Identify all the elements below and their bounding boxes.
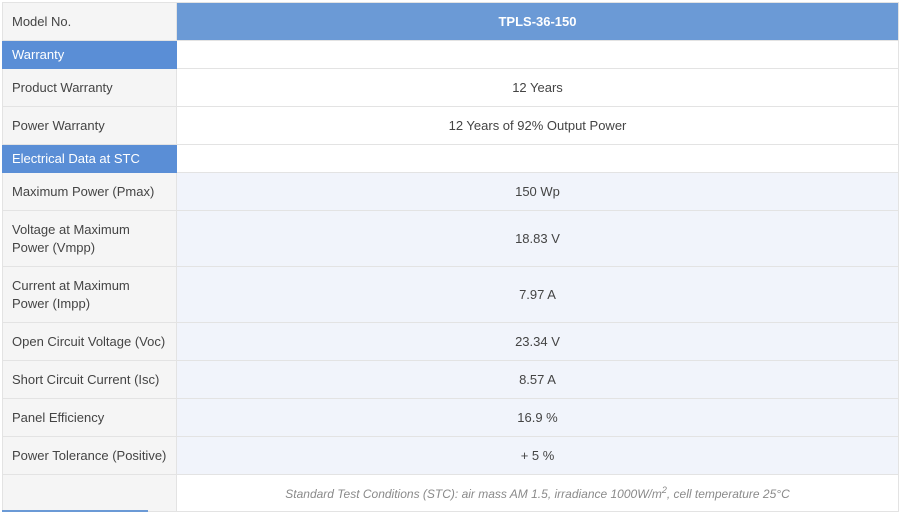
table-row: Power Tolerance (Positive) + 5 % bbox=[2, 436, 899, 475]
footnote-row: Standard Test Conditions (STC): air mass… bbox=[2, 474, 899, 512]
row-label: Open Circuit Voltage (Voc) bbox=[2, 322, 177, 361]
table-row: Product Warranty 12 Years bbox=[2, 68, 899, 107]
row-value: 23.34 V bbox=[176, 322, 899, 361]
model-label: Model No. bbox=[2, 2, 177, 41]
row-value: 7.97 A bbox=[176, 266, 899, 323]
row-value: 12 Years of 92% Output Power bbox=[176, 106, 899, 145]
table-row: Short Circuit Current (Isc) 8.57 A bbox=[2, 360, 899, 399]
section-spacer bbox=[176, 40, 899, 69]
table-row: Panel Efficiency 16.9 % bbox=[2, 398, 899, 437]
table-row: Voltage at Maximum Power (Vmpp) 18.83 V bbox=[2, 210, 899, 267]
row-value: 18.83 V bbox=[176, 210, 899, 267]
model-row: Model No. TPLS-36-150 bbox=[2, 2, 899, 41]
stc-footnote-tail: , cell temperature 25°C bbox=[666, 487, 790, 501]
row-label: Current at Maximum Power (Impp) bbox=[2, 266, 177, 323]
row-label: Panel Efficiency bbox=[2, 398, 177, 437]
stc-footnote-text: Standard Test Conditions (STC): air mass… bbox=[285, 487, 662, 501]
table-row: Power Warranty 12 Years of 92% Output Po… bbox=[2, 106, 899, 145]
section-title-electrical: Electrical Data at STC bbox=[2, 144, 177, 173]
model-value: TPLS-36-150 bbox=[176, 2, 899, 41]
section-row-electrical: Electrical Data at STC bbox=[2, 144, 899, 173]
spec-table: Model No. TPLS-36-150 Warranty Product W… bbox=[2, 2, 899, 512]
table-row: Current at Maximum Power (Impp) 7.97 A bbox=[2, 266, 899, 323]
table-row: Open Circuit Voltage (Voc) 23.34 V bbox=[2, 322, 899, 361]
row-value: 8.57 A bbox=[176, 360, 899, 399]
section-title-warranty: Warranty bbox=[2, 40, 177, 69]
row-label: Power Tolerance (Positive) bbox=[2, 436, 177, 475]
stc-footnote: Standard Test Conditions (STC): air mass… bbox=[176, 474, 899, 512]
row-label: Short Circuit Current (Isc) bbox=[2, 360, 177, 399]
footnote-spacer bbox=[2, 474, 177, 512]
row-label: Product Warranty bbox=[2, 68, 177, 107]
bottom-accent-line bbox=[2, 510, 148, 512]
row-value: 12 Years bbox=[176, 68, 899, 107]
row-label: Maximum Power (Pmax) bbox=[2, 172, 177, 211]
row-value: + 5 % bbox=[176, 436, 899, 475]
row-value: 16.9 % bbox=[176, 398, 899, 437]
table-row: Maximum Power (Pmax) 150 Wp bbox=[2, 172, 899, 211]
row-label: Power Warranty bbox=[2, 106, 177, 145]
section-row-warranty: Warranty bbox=[2, 40, 899, 69]
section-spacer bbox=[176, 144, 899, 173]
row-label: Voltage at Maximum Power (Vmpp) bbox=[2, 210, 177, 267]
row-value: 150 Wp bbox=[176, 172, 899, 211]
